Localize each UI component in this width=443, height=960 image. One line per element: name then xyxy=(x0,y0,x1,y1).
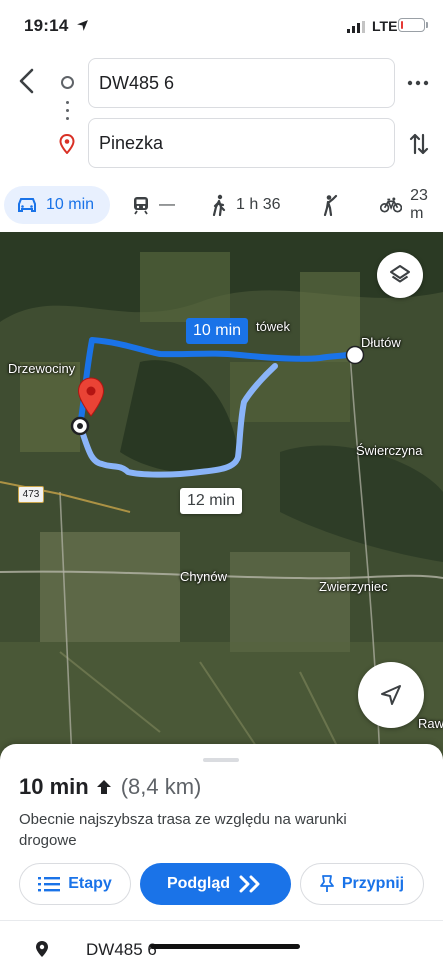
tab-car-label: 10 min xyxy=(46,196,95,213)
tab-bike[interactable]: 23 m xyxy=(380,186,443,224)
sheet-handle[interactable] xyxy=(203,758,239,762)
tab-transit-label: — xyxy=(159,196,175,213)
tab-ride[interactable] xyxy=(320,186,348,224)
place-zwierzyniec: Zwierzyniec xyxy=(319,579,388,594)
battery-cap xyxy=(426,22,428,28)
place-dlutow: Dłutów xyxy=(361,335,401,350)
place-chynow: Chynów xyxy=(180,569,227,584)
tab-car[interactable]: 10 min xyxy=(4,186,110,224)
pin-label: Przypnij xyxy=(341,875,405,892)
destination-input[interactable]: Pinezka xyxy=(88,118,395,168)
route-dots-icon xyxy=(66,101,69,121)
navigation-arrow-icon xyxy=(381,685,401,705)
tab-bike-label: 23 m xyxy=(410,187,428,222)
signal-icon xyxy=(347,21,365,33)
status-bar: 19:14 LTE xyxy=(0,0,443,52)
back-arrow-icon[interactable] xyxy=(14,66,40,96)
travel-mode-tabs: 10 min — 1 h 36 23 m xyxy=(0,186,443,226)
origin-marker-icon xyxy=(61,76,74,89)
divider xyxy=(0,920,443,921)
pushpin-icon xyxy=(319,875,334,892)
destination-pin-icon xyxy=(59,134,75,154)
road-number-badge: 473 xyxy=(18,486,44,503)
battery-icon xyxy=(398,18,425,32)
my-location-button[interactable] xyxy=(358,662,424,728)
list-icon xyxy=(38,877,61,892)
place-drzewociny: Drzewociny xyxy=(8,361,76,376)
pin-button[interactable]: Przypnij xyxy=(300,863,424,905)
route-distance: (8,4 km) xyxy=(120,774,202,799)
route-summary: 10 min (8,4 km) xyxy=(19,774,201,800)
tab-transit[interactable]: — xyxy=(131,186,175,224)
destination-map-pin-icon[interactable] xyxy=(77,377,105,417)
location-arrow-icon xyxy=(77,20,88,31)
layers-button[interactable] xyxy=(377,252,423,298)
hail-ride-icon xyxy=(323,194,338,216)
steps-label: Etapy xyxy=(68,875,112,892)
map-view[interactable]: Drzewociny Dłutów tówek Świerczyna Chynó… xyxy=(0,232,443,760)
alt-route-time[interactable]: 12 min xyxy=(180,488,243,514)
double-chevron-icon xyxy=(239,875,260,893)
first-step-text[interactable]: DW485 6 xyxy=(86,940,157,960)
steps-button[interactable]: Etapy xyxy=(19,863,131,905)
route-duration: 10 min xyxy=(19,774,89,799)
home-indicator[interactable] xyxy=(150,944,300,949)
end-marker-icon xyxy=(345,345,365,365)
walking-icon xyxy=(212,194,226,216)
route-sheet: 10 min (8,4 km) Obecnie najszybsza trasa… xyxy=(0,744,443,960)
status-time: 19:14 xyxy=(24,16,69,35)
place-swierczyna: Świerczyna xyxy=(356,443,423,458)
preview-button[interactable]: Podgląd xyxy=(140,863,291,905)
more-options-icon[interactable] xyxy=(405,70,431,96)
battery-level xyxy=(400,20,403,29)
start-marker-icon xyxy=(70,416,90,436)
route-description: Obecnie najszybsza trasa ze względu na w… xyxy=(19,811,347,849)
place-raw: Raw xyxy=(418,716,443,731)
network-type: LTE xyxy=(372,18,398,34)
bicycle-icon xyxy=(380,197,403,213)
primary-route-time[interactable]: 10 min xyxy=(186,318,249,344)
train-icon xyxy=(134,197,148,215)
tab-walk[interactable]: 1 h 36 xyxy=(210,186,280,224)
preview-label: Podgląd xyxy=(166,875,231,892)
tab-walk-label: 1 h 36 xyxy=(236,196,281,213)
up-arrow-icon xyxy=(96,780,111,794)
layers-icon xyxy=(390,265,410,283)
swap-icon[interactable] xyxy=(408,131,430,157)
place-tower: tówek xyxy=(256,319,290,334)
car-icon xyxy=(18,198,36,212)
origin-input[interactable]: DW485 6 xyxy=(88,58,395,108)
step-location-pin-icon xyxy=(36,941,48,957)
